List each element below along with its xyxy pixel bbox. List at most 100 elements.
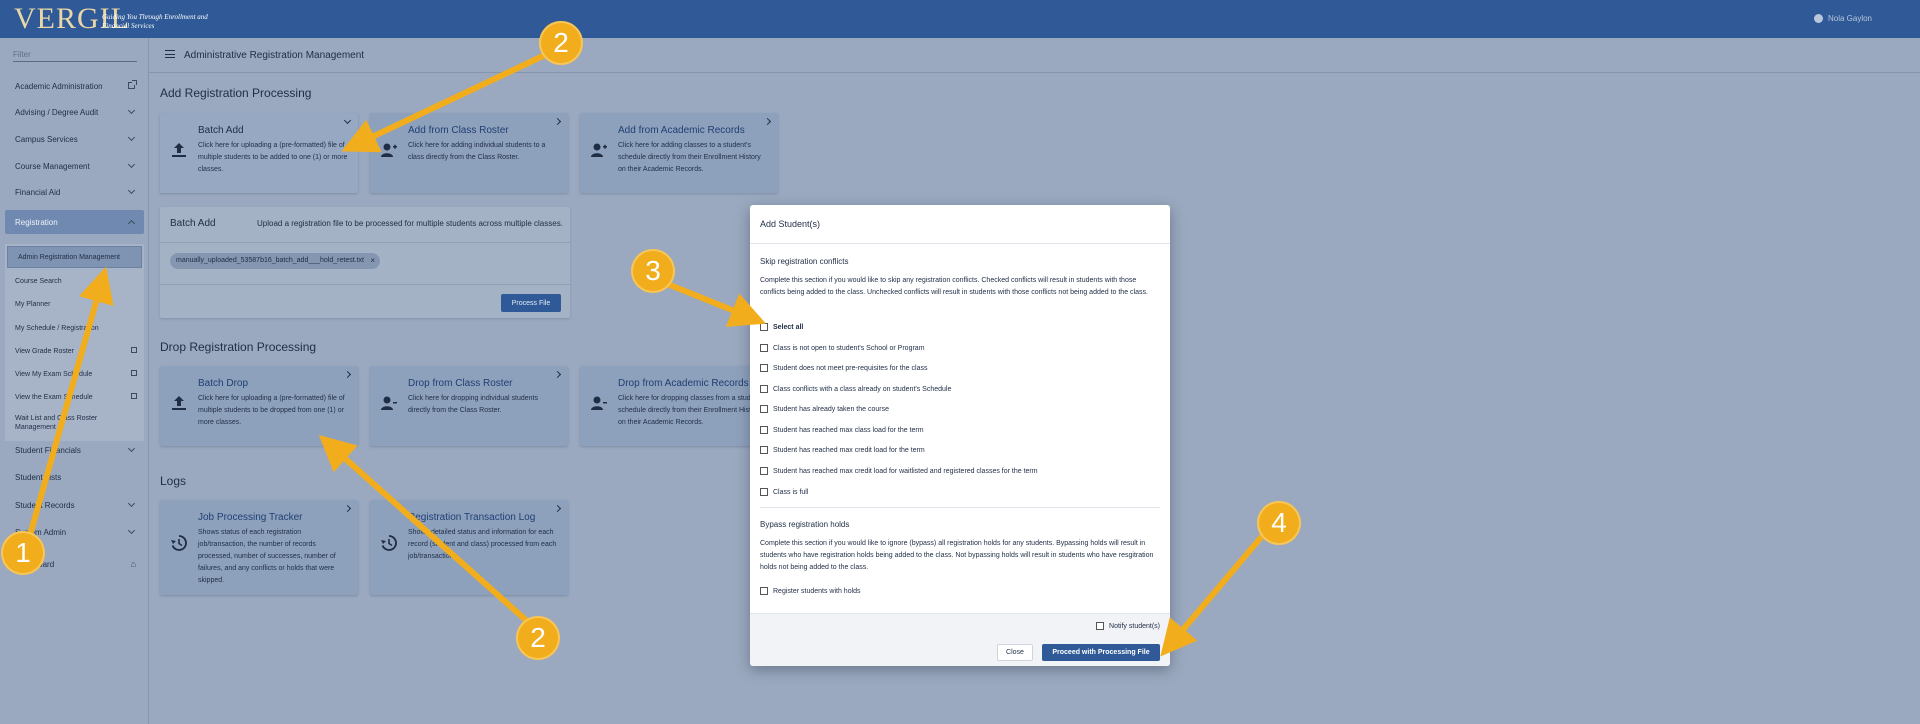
divider [160, 242, 570, 243]
sidebar-filter-input[interactable] [13, 47, 137, 62]
chevron-right-icon [553, 370, 562, 379]
card-batch-add[interactable]: Batch Add Click here for uploading a (pr… [160, 113, 358, 193]
user-menu[interactable]: Nola Gaylon [1813, 14, 1872, 23]
card-registration-transaction-log[interactable]: Registration Transaction Log Shows detai… [370, 500, 568, 595]
conflict-checkbox[interactable]: Student has already taken the course [760, 403, 889, 415]
card-description: Click here for dropping individual stude… [408, 395, 538, 414]
add-students-modal: Add Student(s) Skip registration conflic… [750, 205, 1170, 666]
card-title: Registration Transaction Log [408, 512, 536, 523]
history-icon [171, 535, 187, 551]
sidebar-item-student-financials[interactable]: Student Financials [5, 438, 144, 462]
card-title: Job Processing Tracker [198, 512, 303, 523]
chevron-down-icon [127, 499, 136, 508]
add-person-icon [381, 143, 397, 157]
chevron-right-icon [343, 370, 352, 379]
card-description: Shows status of each registration job/tr… [198, 529, 336, 584]
external-link-icon [131, 393, 137, 399]
sidebar-item-registration[interactable]: Registration [5, 210, 144, 234]
annotation-badge-4: 4 [1257, 501, 1301, 545]
add-person-icon [591, 143, 607, 157]
upload-icon [172, 396, 186, 410]
upload-icon [172, 143, 186, 157]
sidebar-item-campus-services[interactable]: Campus Services [5, 127, 144, 151]
divider [750, 243, 1170, 244]
card-description: Click here for adding individual student… [408, 142, 546, 161]
chevron-down-icon [127, 444, 136, 453]
process-file-button[interactable]: Process File [501, 294, 561, 312]
sidebar: Academic Administration Advising / Degre… [0, 38, 149, 724]
chevron-down-icon [127, 160, 136, 169]
sidebar-item-student-lists[interactable]: Student Lists [5, 465, 144, 489]
chevron-right-icon [553, 117, 562, 126]
card-add-from-academic-records[interactable]: Add from Academic Records Click here for… [580, 113, 778, 193]
annotation-badge-1: 1 [1, 531, 45, 575]
card-title: Batch Add [198, 125, 244, 136]
register-with-holds-checkbox[interactable]: Register students with holds [760, 585, 861, 597]
conflict-checkbox[interactable]: Student has reached max class load for t… [760, 424, 924, 436]
sidebar-item-advising[interactable]: Advising / Degree Audit [5, 100, 144, 124]
user-avatar-icon [1813, 14, 1823, 23]
card-title: Add from Academic Records [618, 125, 745, 136]
card-job-processing-tracker[interactable]: Job Processing Tracker Shows status of e… [160, 500, 358, 595]
submenu-my-schedule[interactable]: My Schedule / Registration [5, 317, 144, 339]
page-title: Administrative Registration Management [184, 50, 365, 61]
submenu-view-my-exam-schedule[interactable]: View My Exam Schedule [5, 363, 144, 385]
logs-section-title: Logs [160, 474, 187, 488]
remove-person-icon [591, 396, 607, 410]
sidebar-item-course-management[interactable]: Course Management [5, 154, 144, 178]
select-all-checkbox[interactable]: Select all [760, 321, 803, 333]
chevron-right-icon [343, 504, 352, 513]
conflict-checkbox[interactable]: Student has reached max credit load for … [760, 444, 925, 456]
panel-title: Batch Add [170, 218, 216, 229]
card-description: Click here for uploading a (pre-formatte… [198, 395, 345, 426]
conflict-checkbox[interactable]: Student has reached max credit load for … [760, 465, 1038, 477]
divider [760, 507, 1160, 508]
chevron-down-icon [127, 133, 136, 142]
skip-conflicts-description: Complete this section if you would like … [760, 277, 1148, 296]
submenu-view-exam-schedule[interactable]: View the Exam Schedule [5, 386, 144, 408]
submenu-course-search[interactable]: Course Search [5, 270, 144, 292]
add-section-title: Add Registration Processing [160, 86, 312, 100]
panel-description: Upload a registration file to be process… [257, 219, 563, 228]
card-description: Click here for adding classes to a stude… [618, 142, 761, 173]
sidebar-item-student-records[interactable]: Student Records [5, 493, 144, 517]
batch-add-panel: Batch Add Upload a registration file to … [160, 207, 570, 318]
annotation-badge-2-lower: 2 [516, 616, 560, 660]
arrow-4 [1160, 533, 1266, 657]
notify-students-checkbox[interactable]: Notify student(s) [1096, 622, 1160, 630]
conflict-checkbox[interactable]: Class is not open to student's School or… [760, 342, 925, 354]
submenu-wait-list-class-roster[interactable]: Wait List and Class Roster Management [5, 410, 144, 436]
registration-submenu: Admin Registration Management Course Sea… [5, 244, 144, 441]
conflict-checkbox[interactable]: Class is full [760, 486, 808, 498]
remove-file-icon[interactable]: × [370, 253, 375, 269]
modal-title: Add Student(s) [760, 219, 821, 229]
remove-person-icon [381, 396, 397, 410]
logo-tagline: Guiding You Through Enrollment and Finan… [102, 13, 208, 30]
conflict-checkbox[interactable]: Student does not meet pre-requisites for… [760, 362, 927, 374]
sidebar-item-academic-administration[interactable]: Academic Administration [5, 74, 144, 98]
bypass-holds-description: Complete this section if you would like … [760, 540, 1154, 571]
card-batch-drop[interactable]: Batch Drop Click here for uploading a (p… [160, 366, 358, 446]
conflict-checkbox[interactable]: Class conflicts with a class already on … [760, 383, 951, 395]
external-link-icon [128, 80, 137, 89]
submenu-view-grade-roster[interactable]: View Grade Roster [5, 340, 144, 362]
sidebar-item-financial-aid[interactable]: Financial Aid [5, 180, 144, 204]
annotation-badge-3: 3 [631, 249, 675, 293]
proceed-with-processing-file-button[interactable]: Proceed with Processing File [1042, 644, 1160, 661]
card-add-from-class-roster[interactable]: Add from Class Roster Click here for add… [370, 113, 568, 193]
menu-icon[interactable] [165, 50, 175, 58]
submenu-admin-registration-management[interactable]: Admin Registration Management [7, 246, 142, 268]
page-header: Administrative Registration Management [149, 38, 1920, 73]
modal-footer: Notify student(s) Close Proceed with Pro… [750, 613, 1170, 666]
card-drop-from-academic-records[interactable]: Drop from Academic Records Click here fo… [580, 366, 778, 446]
chevron-down-icon [127, 106, 136, 115]
card-drop-from-class-roster[interactable]: Drop from Class Roster Click here for dr… [370, 366, 568, 446]
chevron-down-icon [127, 186, 136, 195]
card-title: Batch Drop [198, 378, 249, 389]
card-description: Click here for uploading a (pre-formatte… [198, 142, 348, 173]
submenu-my-planner[interactable]: My Planner [5, 293, 144, 315]
arrow-3 [663, 280, 766, 327]
close-button[interactable]: Close [997, 644, 1033, 661]
chevron-down-icon [127, 526, 136, 535]
card-description: Click here for dropping classes from a s… [618, 395, 766, 426]
